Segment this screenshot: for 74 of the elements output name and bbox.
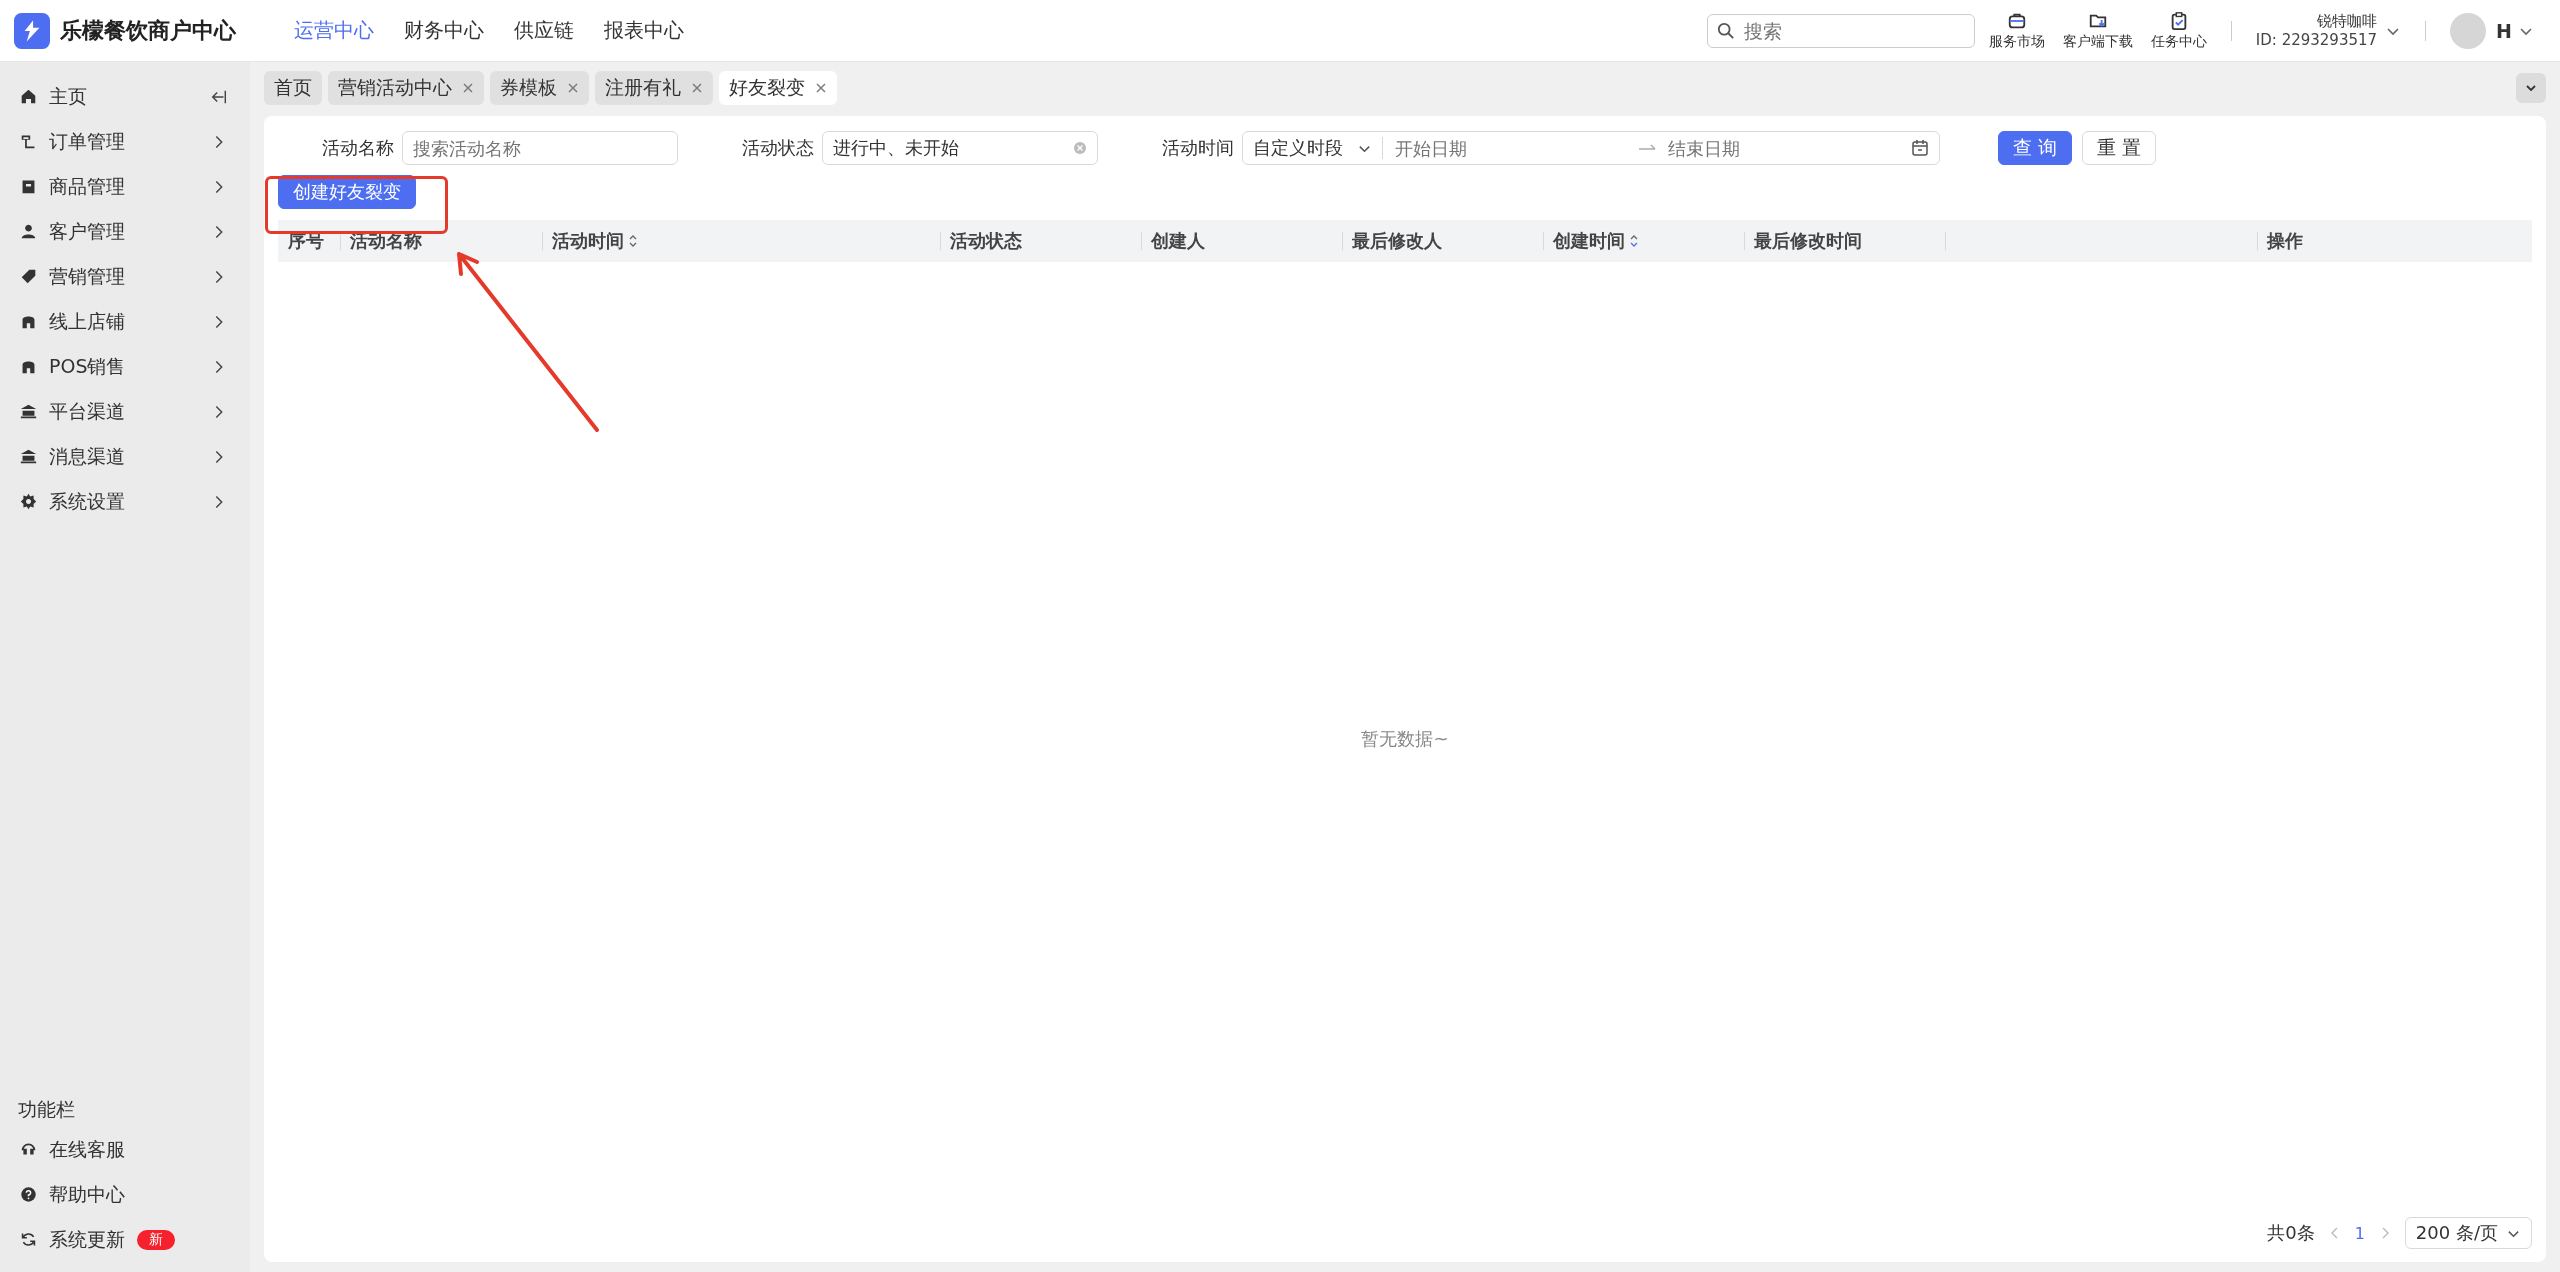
sort-icon[interactable] bbox=[1629, 233, 1639, 249]
column-header[interactable]: 活动时间 bbox=[552, 229, 624, 253]
sidebar-item[interactable]: 主页 bbox=[0, 74, 250, 119]
page-tab[interactable]: 好友裂变 bbox=[719, 71, 837, 105]
reset-button[interactable]: 重 置 bbox=[2082, 131, 2157, 165]
column-header: 活动状态 bbox=[950, 229, 1022, 253]
user-initial: H bbox=[2496, 19, 2512, 42]
logo-icon bbox=[14, 12, 50, 49]
new-badge: 新 bbox=[137, 1229, 175, 1250]
toolbar-button[interactable]: 任务中心 bbox=[2150, 10, 2207, 51]
create-button[interactable]: 创建好友裂变 bbox=[278, 175, 416, 209]
bank-icon bbox=[20, 403, 37, 420]
close-icon[interactable] bbox=[815, 82, 827, 94]
page-size-select[interactable]: 200 条/页 bbox=[2404, 1217, 2532, 1249]
total-count: 共0条 bbox=[2267, 1221, 2315, 1245]
page-tab[interactable]: 券模板 bbox=[490, 71, 589, 105]
account-id: ID: 2293293517 bbox=[2255, 31, 2378, 49]
column-header: 创建人 bbox=[1151, 229, 1205, 253]
person-icon bbox=[20, 223, 37, 240]
bank-icon bbox=[20, 448, 37, 465]
query-button[interactable]: 查 询 bbox=[1998, 131, 2073, 165]
app-title: 乐檬餐饮商户中心 bbox=[60, 16, 236, 45]
close-icon[interactable] bbox=[691, 82, 703, 94]
sidebar-item[interactable]: 系统更新 新 bbox=[0, 1217, 250, 1262]
top-nav-link[interactable]: 供应链 bbox=[514, 17, 574, 44]
top-nav-link[interactable]: 运营中心 bbox=[294, 17, 374, 44]
close-icon[interactable] bbox=[567, 82, 579, 94]
sidebar-item[interactable]: 平台渠道 bbox=[0, 389, 250, 434]
help-icon bbox=[20, 1186, 37, 1203]
search-icon bbox=[1716, 21, 1735, 40]
store-name: 锐特咖啡 bbox=[2317, 12, 2378, 31]
top-nav-link[interactable]: 报表中心 bbox=[604, 17, 684, 44]
sidebar-item[interactable]: 客户管理 bbox=[0, 209, 250, 254]
tabs-menu-button[interactable] bbox=[2516, 73, 2546, 103]
arrow-right-icon bbox=[1638, 143, 1658, 153]
sidebar-item[interactable]: 消息渠道 bbox=[0, 434, 250, 479]
tag-icon bbox=[20, 268, 37, 285]
sidebar-item[interactable]: 线上店铺 bbox=[0, 299, 250, 344]
sidebar-item[interactable]: POS销售 bbox=[0, 344, 250, 389]
sidebar-item[interactable]: 系统设置 bbox=[0, 479, 250, 524]
headset-icon bbox=[20, 1141, 37, 1158]
sidebar-item[interactable]: 订单管理 bbox=[0, 119, 250, 164]
filter-label: 活动名称 bbox=[322, 136, 394, 160]
toolbar-button[interactable]: 服务市场 bbox=[1988, 10, 2045, 51]
refresh-icon bbox=[20, 1231, 37, 1248]
filter-label: 活动时间 bbox=[1162, 136, 1234, 160]
empty-message: 暂无数据~ bbox=[1361, 727, 1449, 751]
sidebar-item[interactable]: 在线客服 bbox=[0, 1127, 250, 1172]
name-search-field[interactable]: 搜索活动名称 bbox=[402, 131, 678, 165]
time-mode-select[interactable]: 自定义时段 bbox=[1243, 137, 1383, 159]
sort-icon[interactable] bbox=[628, 233, 638, 249]
section-title: 功能栏 bbox=[17, 1097, 76, 1122]
close-icon[interactable] bbox=[462, 82, 474, 94]
page-tab[interactable]: 首页 bbox=[264, 71, 322, 105]
sidebar-item[interactable]: 营销管理 bbox=[0, 254, 250, 299]
column-header[interactable]: 创建时间 bbox=[1553, 229, 1625, 253]
receipt-icon bbox=[20, 133, 37, 150]
column-header: 最后修改人 bbox=[1352, 229, 1442, 253]
calendar-icon bbox=[1911, 139, 1929, 157]
page-tab[interactable]: 营销活动中心 bbox=[328, 71, 484, 105]
page-tab[interactable]: 注册有礼 bbox=[595, 71, 713, 105]
status-select[interactable]: 进行中、未开始 bbox=[822, 131, 1098, 165]
sidebar-item[interactable]: 商品管理 bbox=[0, 164, 250, 209]
box-icon bbox=[20, 178, 37, 195]
filter-label: 活动状态 bbox=[742, 136, 814, 160]
column-header: 操作 bbox=[2267, 229, 2303, 253]
top-nav-link[interactable]: 财务中心 bbox=[404, 17, 484, 44]
search-field[interactable]: 搜索 bbox=[1706, 13, 1975, 48]
gear-icon bbox=[20, 493, 37, 510]
home-icon bbox=[20, 88, 37, 105]
column-header: 最后修改时间 bbox=[1754, 229, 1862, 253]
page-number[interactable]: 1 bbox=[2354, 1223, 2365, 1243]
toolbar-button[interactable]: 客户端下载 bbox=[2062, 10, 2133, 51]
sidebar-item[interactable]: 帮助中心 bbox=[0, 1172, 250, 1217]
